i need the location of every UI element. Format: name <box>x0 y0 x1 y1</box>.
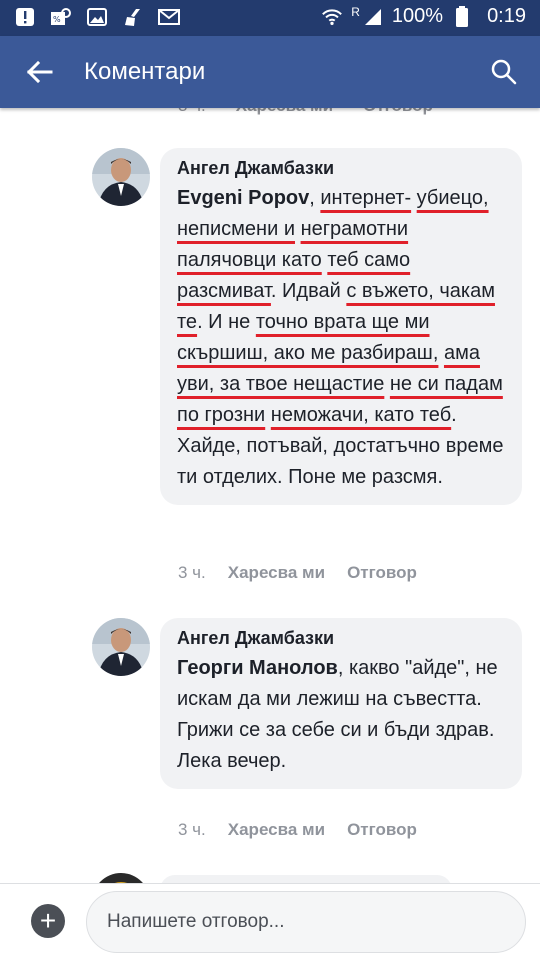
comments-list[interactable]: 3 ч. Харесва ми Отговор Ангел Джамбазки … <box>0 108 540 883</box>
avatar[interactable] <box>92 148 150 206</box>
battery-percent: 100% <box>391 5 444 27</box>
underlined-phrase: неможачи, като теб <box>270 404 452 426</box>
mention-link[interactable]: Георги Манолов <box>177 657 338 679</box>
status-bar: % R 100% 0:19 <box>0 0 540 36</box>
alert-icon <box>14 6 36 28</box>
comment-bubble[interactable] <box>160 875 452 883</box>
comment-time: 3 ч. <box>178 820 206 839</box>
mail-icon <box>158 6 180 28</box>
comment-author[interactable]: Ангел Джамбазки <box>177 628 506 649</box>
svg-text:%: % <box>53 15 61 24</box>
avatar[interactable] <box>92 873 150 883</box>
weather-icon: % <box>50 6 72 28</box>
signal-label: R <box>351 4 360 19</box>
add-attachment-icon[interactable]: + <box>31 904 65 938</box>
reply-composer: + <box>0 883 540 961</box>
image-icon <box>86 6 108 28</box>
like-button[interactable]: Харесва ми <box>236 108 333 116</box>
underlined-phrase: скършиш, ако ме разбираш, <box>177 342 439 364</box>
reply-button[interactable]: Отговор <box>363 108 433 116</box>
reply-input[interactable] <box>86 891 526 953</box>
like-button[interactable]: Харесва ми <box>228 563 325 583</box>
battery-icon <box>451 5 473 28</box>
cleaning-icon <box>122 6 144 28</box>
comment-body: , интернет- убиецо, неписмени и неграмот… <box>177 187 503 488</box>
clock: 0:19 <box>487 5 526 27</box>
wifi-icon <box>321 6 343 28</box>
comment-text-segment: , <box>309 187 321 209</box>
previous-comment-actions: 3 ч. Харесва ми Отговор <box>178 108 433 116</box>
comment-time: 3 ч. <box>178 108 206 116</box>
reply-button[interactable]: Отговор <box>347 820 417 840</box>
comment-time: 3 ч. <box>178 563 206 582</box>
reply-button[interactable]: Отговор <box>347 563 417 583</box>
comment-text-segment: . Идвай <box>270 280 347 302</box>
page-title: Коментари <box>84 58 206 85</box>
comment-text: Георги Манолов, какво "айде", не искам д… <box>177 653 506 777</box>
comment-text: Evgeni Popov, интернет- убиецо, неписмен… <box>177 183 506 493</box>
avatar[interactable] <box>92 618 150 676</box>
comment-bubble[interactable]: Ангел Джамбазки Георги Манолов, какво "а… <box>160 618 522 789</box>
back-arrow-icon[interactable] <box>22 54 58 90</box>
search-icon[interactable] <box>486 54 522 90</box>
comment-actions: 3 ч. Харесва ми Отговор <box>178 820 417 840</box>
comment-author[interactable]: Ангел Джамбазки <box>177 158 506 179</box>
mention-link[interactable]: Evgeni Popov <box>177 187 309 209</box>
signal-icon <box>362 6 384 28</box>
comment-text-segment: . И не <box>197 311 256 333</box>
underlined-phrase: интернет- <box>320 187 412 209</box>
comment-bubble[interactable]: Ангел Джамбазки Evgeni Popov, интернет- … <box>160 148 522 505</box>
like-button[interactable]: Харесва ми <box>228 820 325 840</box>
comment-actions: 3 ч. Харесва ми Отговор <box>178 563 417 583</box>
underlined-phrase: точно врата ще ми <box>255 311 430 333</box>
app-bar: Коментари <box>0 36 540 108</box>
